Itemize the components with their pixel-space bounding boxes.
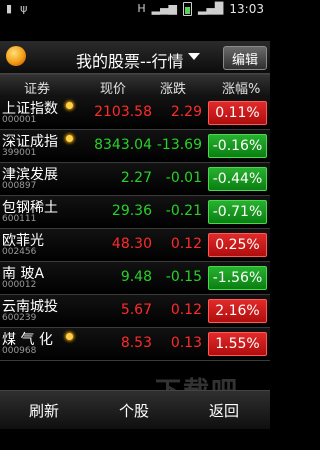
- stock-change: 2.29: [170, 104, 202, 120]
- stock-code: 000001: [2, 115, 37, 125]
- bottom-bar: 刷新 个股 返回: [0, 390, 270, 429]
- stock-code: 600111: [2, 214, 37, 224]
- stock-code: 000012: [2, 280, 37, 290]
- stock-pct-badge: -0.44%: [208, 167, 267, 191]
- table-row[interactable]: 包钢稀土 600111 29.36 -0.21 -0.71%: [0, 196, 270, 229]
- stock-price: 5.67: [120, 302, 152, 318]
- table-row[interactable]: 上证指数 000001 2103.58 2.29 0.11%: [0, 97, 270, 130]
- header-price: 现价: [100, 82, 127, 97]
- stock-code: 399001: [2, 148, 37, 158]
- stock-price: 2103.58: [94, 104, 152, 120]
- usb-icon: ψ: [20, 2, 28, 15]
- stock-code: 600239: [2, 313, 37, 323]
- page-title[interactable]: 我的股票--行情: [76, 48, 184, 72]
- stock-code: 000897: [2, 181, 37, 191]
- stock-price: 8.53: [120, 335, 152, 351]
- stock-list: 上证指数 000001 2103.58 2.29 0.11% 深证成指 399001 8343…: [0, 97, 270, 361]
- stock-pct-badge: -0.16%: [208, 134, 267, 158]
- status-bar: ▮ ψ H ▂▄▆ ▂▄█ 13:03: [0, 0, 270, 18]
- stock-pct-badge: -0.71%: [208, 200, 267, 224]
- header-pct: 涨幅%: [222, 82, 261, 97]
- table-row[interactable]: 煤 气 化 000968 8.53 0.13 1.55%: [0, 328, 270, 361]
- sun-icon: [64, 100, 75, 111]
- stock-pct-badge: -1.56%: [208, 266, 267, 290]
- network-icon: H: [137, 2, 146, 15]
- battery-icon: [183, 2, 193, 16]
- stock-change: 0.13: [170, 335, 202, 351]
- stock-pct-badge: 2.16%: [208, 299, 267, 323]
- stock-price: 48.30: [111, 236, 152, 252]
- table-row[interactable]: 云南城投 600239 5.67 0.12 2.16%: [0, 295, 270, 328]
- back-button[interactable]: 返回: [209, 400, 239, 421]
- signal-bars-icon: ▂▄█: [198, 2, 224, 15]
- stock-change: -0.15: [165, 269, 202, 285]
- stock-change: 0.12: [170, 236, 202, 252]
- app-logo-icon: [6, 46, 26, 66]
- stock-code: 000968: [2, 346, 37, 356]
- header-change: 涨跌: [160, 82, 187, 97]
- table-row[interactable]: 欧菲光 002456 48.30 0.12 0.25%: [0, 229, 270, 262]
- stock-price: 2.27: [120, 170, 152, 186]
- stock-code: 002456: [2, 247, 37, 257]
- clock: 13:03: [229, 2, 264, 16]
- stock-price: 29.36: [111, 203, 152, 219]
- table-row[interactable]: 深证成指 399001 8343.04 -13.69 -0.16%: [0, 130, 270, 163]
- table-row[interactable]: 津滨发展 000897 2.27 -0.01 -0.44%: [0, 163, 270, 196]
- header-name: 证券: [24, 82, 51, 97]
- refresh-button[interactable]: 刷新: [29, 400, 59, 421]
- table-header: 证券 现价 涨跌 涨幅%: [0, 74, 270, 98]
- chevron-down-icon[interactable]: [188, 53, 200, 60]
- stock-price: 8343.04: [94, 137, 152, 153]
- sim-icon: ▮: [6, 2, 13, 15]
- stock-change: 0.12: [170, 302, 202, 318]
- signal-icon: ▂▄▆: [151, 2, 178, 15]
- stock-pct-badge: 0.25%: [208, 233, 267, 257]
- edit-button[interactable]: 编辑: [223, 46, 267, 70]
- title-bar: 我的股票--行情 编辑: [0, 41, 270, 74]
- stock-change: -0.01: [165, 170, 202, 186]
- sun-icon: [64, 133, 75, 144]
- sun-icon: [64, 331, 75, 342]
- stock-change: -0.21: [165, 203, 202, 219]
- stock-price: 9.48: [120, 269, 152, 285]
- stock-pct-badge: 1.55%: [208, 332, 267, 356]
- stock-change: -13.69: [156, 137, 202, 153]
- stock-pct-badge: 0.11%: [208, 101, 267, 125]
- table-row[interactable]: 南 玻A 000012 9.48 -0.15 -1.56%: [0, 262, 270, 295]
- stock-detail-button[interactable]: 个股: [119, 400, 149, 421]
